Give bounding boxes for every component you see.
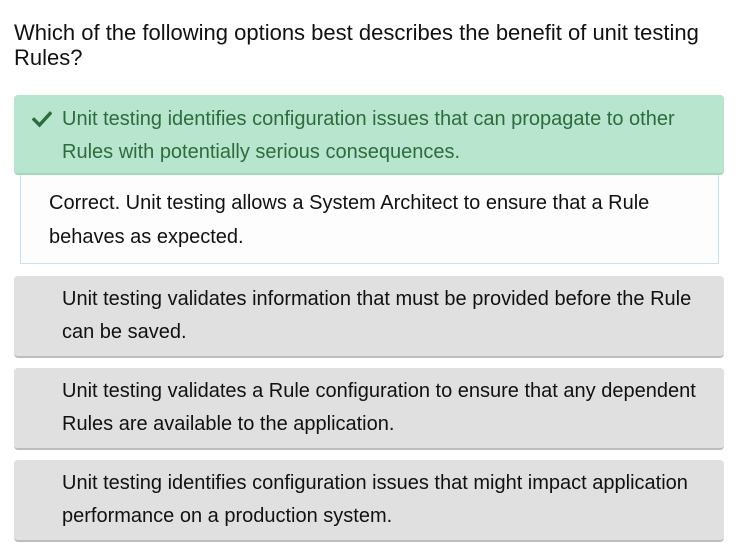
answer-option-correct[interactable]: Unit testing identifies configuration is… (14, 95, 724, 175)
feedback-panel: Correct. Unit testing allows a System Ar… (20, 175, 719, 264)
question-text: Which of the following options best desc… (14, 20, 699, 70)
option-label: Unit testing identifies configuration is… (62, 108, 675, 163)
option-label: Unit testing validates a Rule configurat… (62, 380, 696, 435)
answer-option[interactable]: Unit testing validates a Rule configurat… (14, 368, 724, 450)
option-label: Unit testing validates information that … (62, 288, 692, 343)
answer-option[interactable]: Unit testing identifies configuration is… (14, 460, 724, 542)
feedback-text: Correct. Unit testing allows a System Ar… (49, 192, 650, 248)
option-label: Unit testing identifies configuration is… (62, 472, 688, 527)
answer-option[interactable]: Unit testing validates information that … (14, 276, 724, 358)
